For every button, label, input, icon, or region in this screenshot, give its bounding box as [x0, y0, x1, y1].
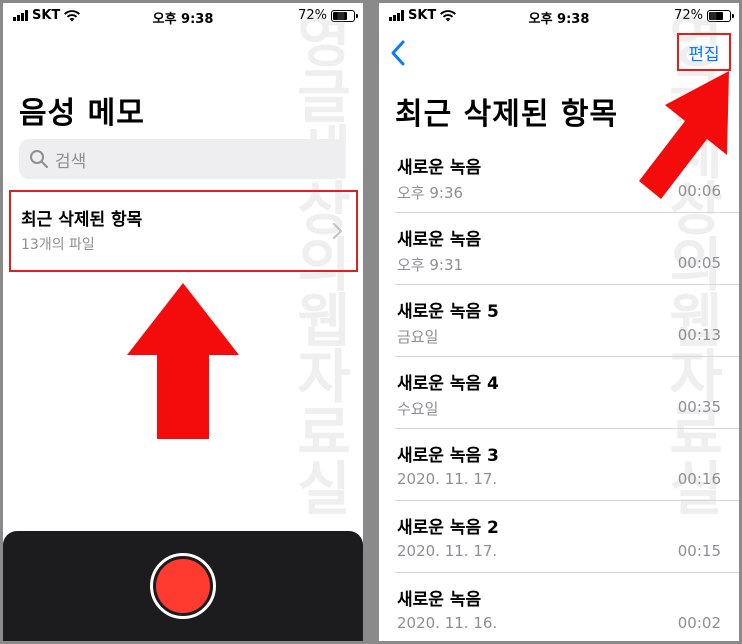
edit-button[interactable]: 편집 — [677, 33, 731, 71]
recording-item[interactable]: 새로운 녹음 2020. 11. 16. 00:02 — [379, 573, 739, 641]
battery-fill — [709, 11, 724, 20]
recording-title: 새로운 녹음 5 — [397, 302, 499, 322]
recording-duration: 00:16 — [677, 470, 721, 488]
recording-date: 금요일 — [397, 328, 439, 346]
arrow-up-icon — [639, 71, 729, 199]
chevron-left-icon[interactable] — [389, 39, 407, 67]
recently-deleted-folder[interactable]: 최근 삭제된 항목 13개의 파일 — [9, 190, 358, 272]
recording-date: 오후 9:31 — [397, 256, 464, 274]
recently-deleted-screen: SKT 오후 9:38 72% 영글세상의웹자료실 편집 최근 삭제된 항목 새… — [379, 3, 739, 641]
recording-item[interactable]: 새로운 녹음 3 2020. 11. 17. 00:16 — [379, 429, 739, 501]
voice-memos-home-screen: SKT 오후 9:38 72% 영글세상의웹자료실 음성 메모 검색 최근 삭제… — [3, 3, 363, 641]
page-title: 음성 메모 — [19, 96, 145, 131]
arrow-up-icon — [127, 283, 239, 439]
recording-date: 수요일 — [397, 400, 439, 418]
battery-percent: 72% — [674, 8, 703, 23]
battery-percent: 72% — [298, 8, 327, 23]
page-title: 최근 삭제된 항목 — [395, 97, 619, 132]
search-placeholder: 검색 — [55, 151, 87, 172]
recording-title: 새로운 녹음 — [397, 230, 482, 250]
record-button[interactable] — [150, 553, 216, 619]
recording-duration: 00:15 — [677, 542, 721, 560]
chevron-right-icon — [332, 222, 343, 240]
record-panel — [3, 531, 363, 641]
recording-item[interactable]: 새로운 녹음 2 2020. 11. 17. 00:15 — [379, 501, 739, 573]
recording-title: 새로운 녹음 — [397, 158, 482, 178]
recording-duration: 00:02 — [677, 614, 721, 632]
recording-item[interactable]: 새로운 녹음 4 수요일 00:35 — [379, 357, 739, 429]
recording-item[interactable]: 새로운 녹음오후 9:31 00:05 — [379, 213, 739, 285]
recording-date: 2020. 11. 17. — [397, 470, 498, 488]
status-bar: SKT 오후 9:38 72% — [3, 3, 363, 29]
recording-duration: 00:05 — [677, 254, 721, 272]
recording-duration: 00:13 — [677, 326, 721, 344]
recording-title: 새로운 녹음 3 — [397, 446, 499, 466]
battery-icon — [331, 9, 358, 22]
folder-file-count: 13개의 파일 — [21, 237, 95, 253]
recording-item[interactable]: 새로운 녹음 5 금요일 00:13 — [379, 285, 739, 357]
battery-icon — [707, 9, 734, 22]
folder-title: 최근 삭제된 항목 — [21, 210, 143, 230]
recording-title: 새로운 녹음 2 — [397, 518, 499, 538]
battery-fill — [333, 11, 348, 20]
recording-list: 새로운 녹음 오후 9:36 00:06 새로운 녹음 오후 9:31 00:05 새로운 … — [379, 141, 739, 641]
recording-date: 2020. 11. 16. — [397, 614, 498, 632]
record-icon — [156, 559, 210, 613]
recording-title: 새로운 녹음 4 — [397, 374, 499, 394]
recording-duration: 00:35 — [677, 398, 721, 416]
search-input[interactable]: 검색 — [19, 139, 345, 179]
recording-date: 2020. 11. 17. — [397, 542, 498, 560]
search-icon — [30, 150, 49, 169]
recording-date: 오후 9:36 — [397, 184, 464, 202]
recording-title: 새로운 녹음 — [397, 590, 482, 610]
status-bar: SKT 오후 9:38 72% — [379, 3, 739, 29]
